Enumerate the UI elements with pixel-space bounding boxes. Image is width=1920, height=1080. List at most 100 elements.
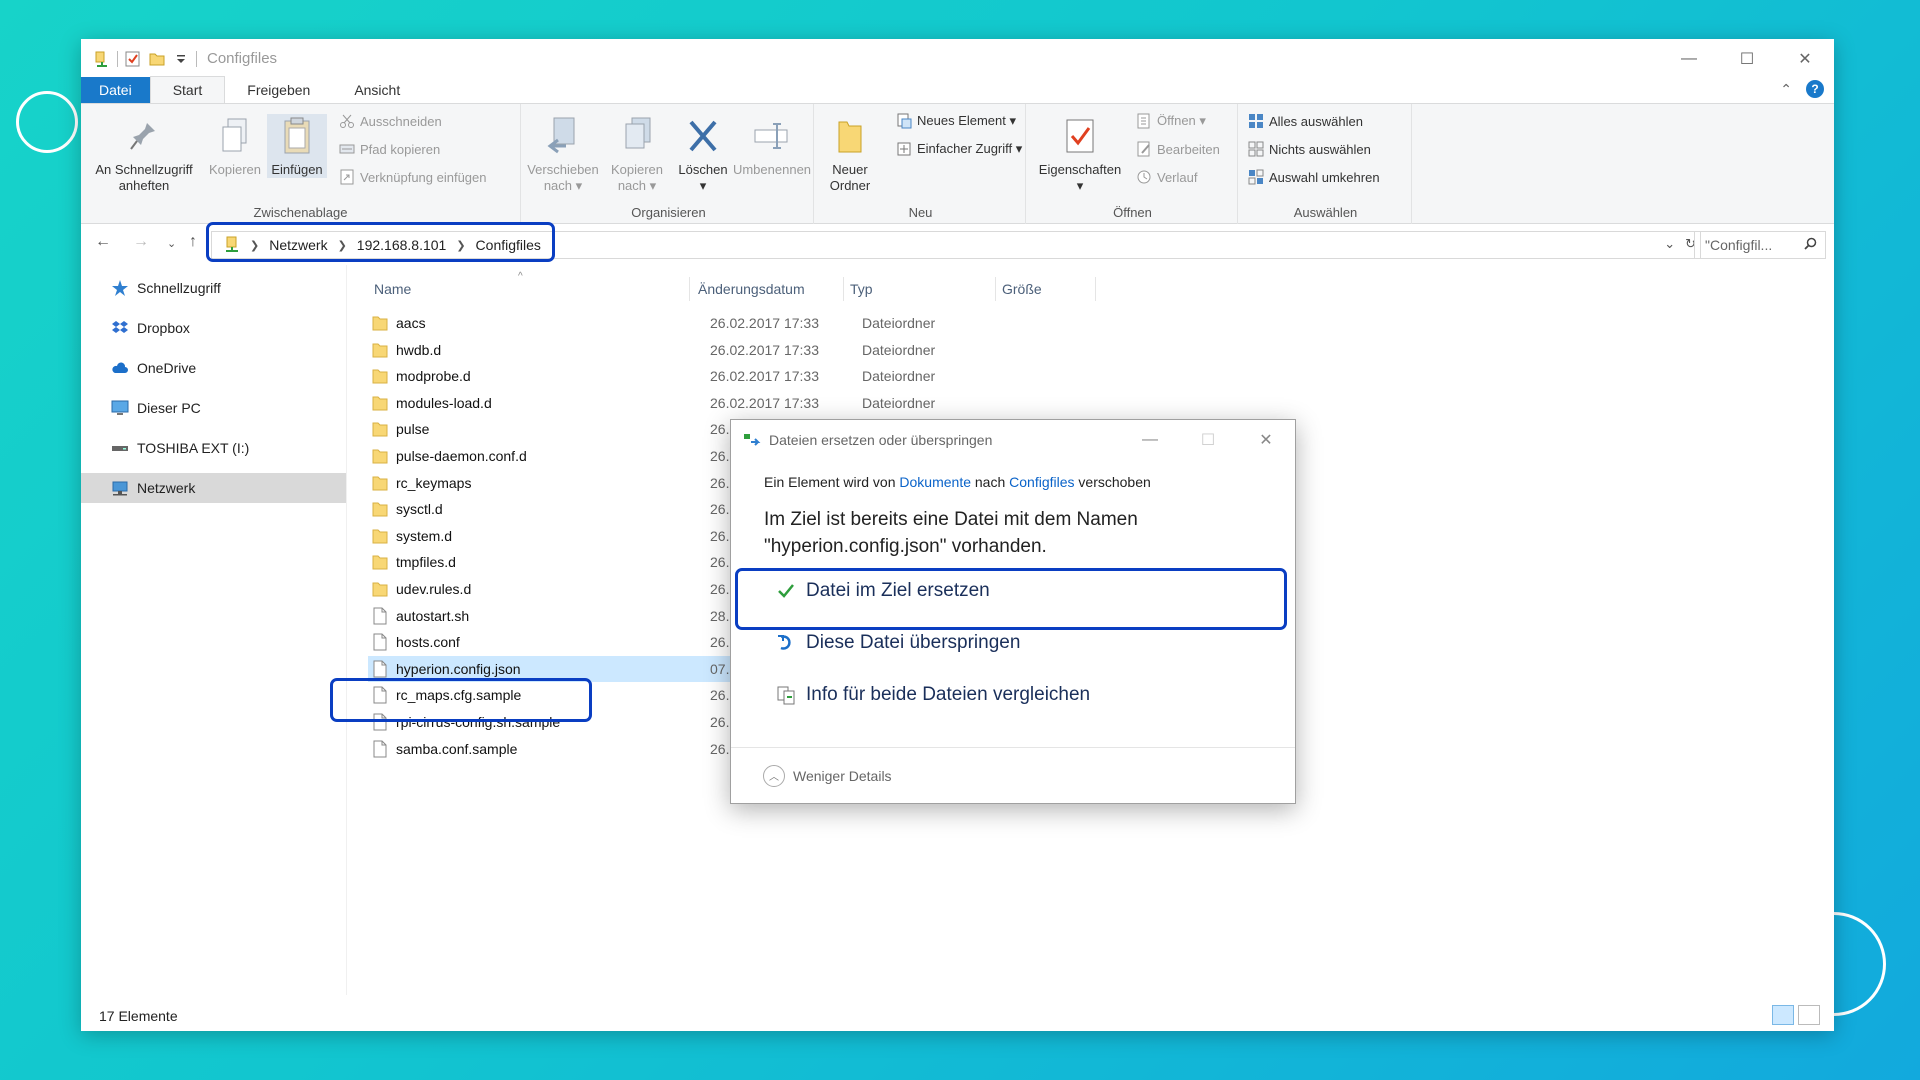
folder-icon	[372, 555, 388, 570]
group-label-organisieren: Organisieren	[631, 205, 706, 220]
search-box[interactable]: "Configfil...	[1694, 231, 1826, 259]
qat-dropdown-icon[interactable]	[172, 50, 190, 68]
breadcrumb-netzwerk[interactable]: Netzwerk	[269, 237, 327, 253]
nav-item-dieser-pc[interactable]: Dieser PC	[81, 393, 346, 423]
new-folder-qat-icon[interactable]	[148, 50, 166, 68]
address-bar[interactable]: ❯ Netzwerk ❯ 192.168.8.101 ❯ Configfiles…	[211, 231, 1701, 259]
tab-ansicht[interactable]: Ansicht	[332, 77, 422, 103]
address-row: ← → ⌄ ↑ ❯ Netzwerk ❯ 192.168.8.101 ❯ Con…	[81, 222, 1834, 265]
minimize-button[interactable]: —	[1660, 39, 1718, 78]
breadcrumb-ip[interactable]: 192.168.8.101	[357, 237, 447, 253]
nav-item-onedrive[interactable]: OneDrive	[81, 353, 346, 383]
edit-button[interactable]: Bearbeiten	[1136, 138, 1220, 160]
address-dropdown-icon[interactable]: ⌄	[1664, 236, 1675, 252]
copy-to-button[interactable]: Kopieren nach ▾	[602, 114, 672, 194]
nav-item-netzwerk[interactable]: Netzwerk	[81, 473, 346, 503]
column-header-size[interactable]: Größe	[996, 277, 1096, 301]
column-header-date[interactable]: Änderungsdatum	[692, 277, 844, 301]
file-name: rc_maps.cfg.sample	[396, 687, 522, 704]
maximize-button[interactable]: ☐	[1718, 39, 1776, 78]
collapse-ribbon-icon[interactable]: ⌃	[1780, 81, 1792, 98]
file-name: aacs	[396, 315, 426, 331]
nav-label: Dropbox	[137, 320, 190, 336]
table-row[interactable]: modprobe.d 26.02.2017 17:33 Dateiordner	[368, 363, 1108, 389]
table-row[interactable]: aacs 26.02.2017 17:33 Dateiordner	[368, 310, 1108, 336]
paste-icon	[284, 117, 310, 154]
group-organisieren: Verschieben nach ▾ Kopieren nach ▾ Lösch…	[524, 104, 814, 224]
up-arrow-icon[interactable]: ↑	[189, 233, 197, 251]
select-none-button[interactable]: Nichts auswählen	[1248, 138, 1371, 160]
select-none-label: Nichts auswählen	[1269, 141, 1371, 157]
source-link[interactable]: Dokumente	[899, 474, 971, 490]
recent-dropdown-icon[interactable]: ⌄	[167, 237, 176, 250]
invert-selection-button[interactable]: Auswahl umkehren	[1248, 166, 1380, 188]
help-icon[interactable]: ?	[1806, 80, 1824, 98]
copy-button[interactable]: Kopieren	[205, 114, 265, 178]
properties-button[interactable]: Eigenschaften ▾	[1032, 114, 1128, 194]
option-compare[interactable]: Info für beide Dateien vergleichen	[776, 675, 1090, 715]
new-item-button[interactable]: Neues Element ▾	[896, 110, 1016, 132]
file-name: modules-load.d	[396, 394, 492, 411]
open-icon	[1137, 113, 1150, 129]
cut-label: Ausschneiden	[360, 113, 442, 129]
copy-path-button[interactable]: Pfad kopieren	[339, 138, 440, 160]
properties-qat-icon[interactable]	[124, 50, 142, 68]
tab-datei[interactable]: Datei	[81, 77, 150, 103]
rename-button[interactable]: Umbenennen	[732, 114, 812, 178]
back-arrow-icon[interactable]: ←	[95, 233, 111, 251]
forward-arrow-icon[interactable]: →	[133, 233, 149, 251]
copy-to-icon	[625, 117, 651, 149]
search-placeholder: "Configfil...	[1705, 237, 1773, 253]
option-skip[interactable]: Diese Datei überspringen	[776, 623, 1020, 663]
properties-label: Eigenschaften	[1038, 162, 1122, 177]
open-button[interactable]: Öffnen ▾	[1136, 110, 1206, 132]
pin-label-1: An Schnellzugriff	[95, 162, 193, 177]
nav-item-dropbox[interactable]: Dropbox	[81, 313, 346, 343]
move-to-button[interactable]: Verschieben nach ▾	[526, 114, 600, 194]
delete-dropdown-icon[interactable]: ▾	[674, 178, 732, 194]
collapse-details-icon[interactable]: ︿	[763, 764, 785, 787]
address-tail: ⌄ ↻	[1664, 236, 1696, 252]
new-folder-button[interactable]: Neuer Ordner	[820, 114, 880, 194]
search-icon	[1804, 237, 1817, 250]
easy-access-button[interactable]: Einfacher Zugriff ▾	[896, 138, 1022, 160]
pin-icon	[130, 123, 155, 150]
option-replace[interactable]: Datei im Ziel ersetzen	[776, 571, 990, 611]
nav-item-schnellzugriff[interactable]: Schnellzugriff	[81, 273, 346, 303]
file-name: pulse-daemon.conf.d	[396, 448, 527, 464]
group-neu: Neuer Ordner Neues Element ▾ Einfacher Z…	[816, 104, 1026, 224]
dialog-close-button[interactable]: ✕	[1237, 420, 1295, 460]
tab-freigeben[interactable]: Freigeben	[225, 77, 332, 103]
select-all-button[interactable]: Alles auswählen	[1248, 110, 1363, 132]
delete-button[interactable]: Löschen ▾	[674, 114, 732, 194]
table-row[interactable]: hwdb.d 26.02.2017 17:33 Dateiordner	[368, 337, 1108, 363]
dialog-message: Im Ziel ist bereits eine Datei mit dem N…	[764, 506, 1274, 560]
edit-label: Bearbeiten	[1157, 141, 1220, 157]
paste-shortcut-button[interactable]: Verknüpfung einfügen	[339, 166, 487, 188]
group-label-oeffnen: Öffnen	[1113, 205, 1152, 220]
status-bar: 17 Elemente	[81, 995, 1834, 1031]
history-button[interactable]: Verlauf	[1136, 166, 1197, 188]
file-type: Dateiordner	[862, 394, 936, 411]
tab-start[interactable]: Start	[149, 76, 226, 103]
folder-icon	[372, 396, 388, 411]
drive-icon	[112, 446, 128, 451]
cut-button[interactable]: Ausschneiden	[339, 110, 442, 132]
paste-button[interactable]: Einfügen	[267, 114, 327, 178]
select-none-icon	[1248, 141, 1264, 157]
fewer-details-button[interactable]: Weniger Details	[793, 768, 892, 784]
properties-dropdown-icon[interactable]: ▾	[1032, 178, 1128, 194]
column-header-name[interactable]: Name ^	[368, 271, 690, 301]
large-icons-view-icon[interactable]	[1798, 1005, 1820, 1025]
pin-quick-access-button[interactable]: An Schnellzugriff anheften	[89, 114, 199, 194]
column-header-type[interactable]: Typ	[844, 277, 996, 301]
dialog-minimize-button[interactable]: —	[1121, 420, 1179, 460]
details-view-icon[interactable]	[1772, 1005, 1794, 1025]
open-label: Öffnen ▾	[1157, 113, 1206, 128]
close-button[interactable]: ✕	[1776, 39, 1834, 78]
table-row[interactable]: modules-load.d 26.02.2017 17:33 Dateiordne…	[368, 390, 1108, 416]
breadcrumb-configfiles[interactable]: Configfiles	[476, 237, 541, 253]
target-link[interactable]: Configfiles	[1009, 474, 1074, 490]
folder-icon	[372, 422, 388, 437]
nav-item-toshiba-ext[interactable]: TOSHIBA EXT (I:)	[81, 433, 346, 463]
